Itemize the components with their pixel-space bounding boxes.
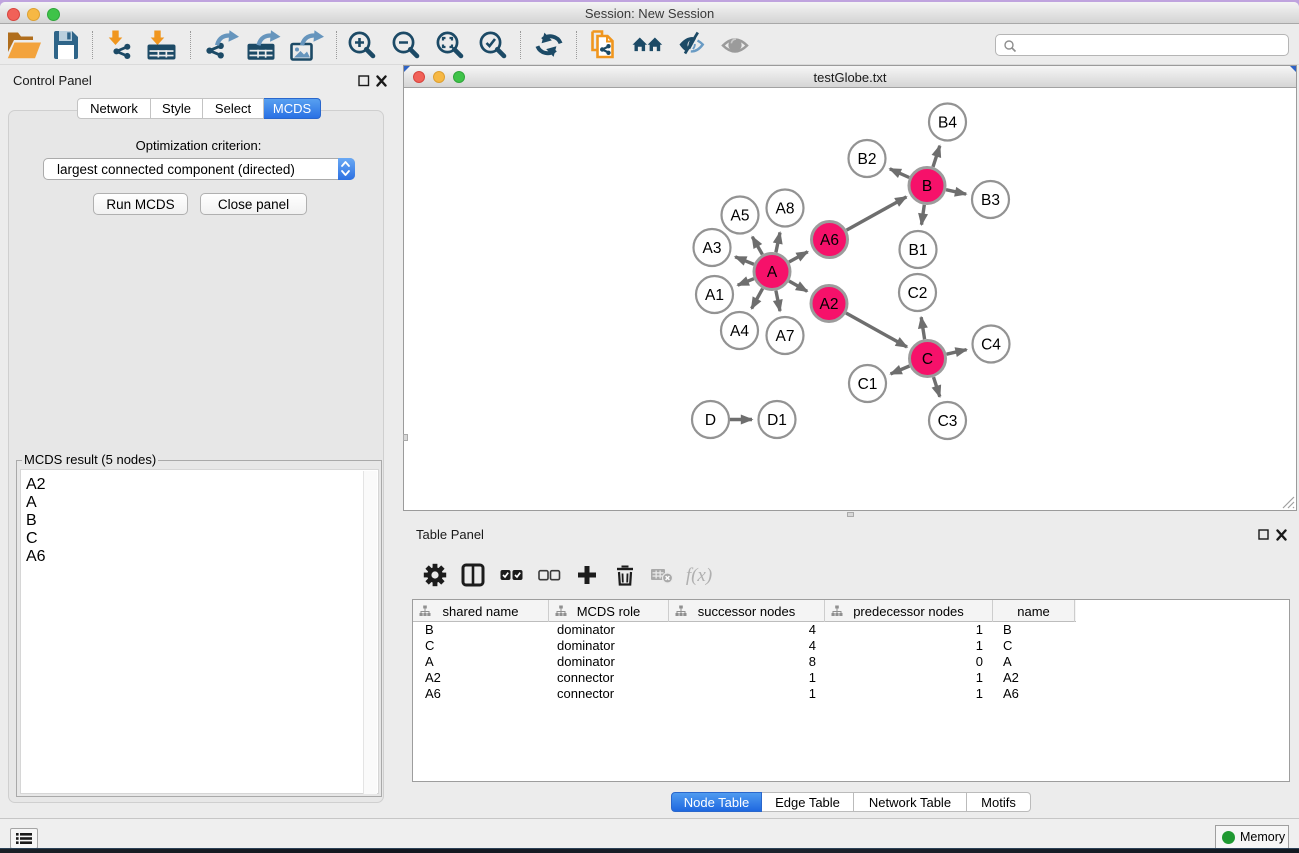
svg-text:A4: A4 [730,323,749,340]
svg-text:D: D [705,412,716,429]
svg-text:B3: B3 [981,192,1000,209]
svg-text:C1: C1 [858,376,878,393]
svg-text:A1: A1 [705,287,724,304]
svg-text:A7: A7 [776,328,795,345]
svg-text:A2: A2 [820,296,839,313]
svg-text:C4: C4 [981,337,1001,354]
svg-text:C: C [922,351,933,368]
svg-text:A5: A5 [731,208,750,225]
svg-text:B: B [922,178,932,195]
svg-text:A8: A8 [776,201,795,218]
svg-text:A3: A3 [703,240,722,257]
svg-text:B4: B4 [938,115,957,132]
svg-text:C3: C3 [938,413,958,430]
svg-text:f(x): f(x) [686,565,712,586]
svg-text:A: A [767,264,778,281]
svg-text:A6: A6 [820,232,839,249]
svg-text:D1: D1 [767,412,787,429]
svg-text:C2: C2 [908,285,928,302]
svg-text:B2: B2 [858,151,877,168]
svg-text:B1: B1 [909,242,928,259]
